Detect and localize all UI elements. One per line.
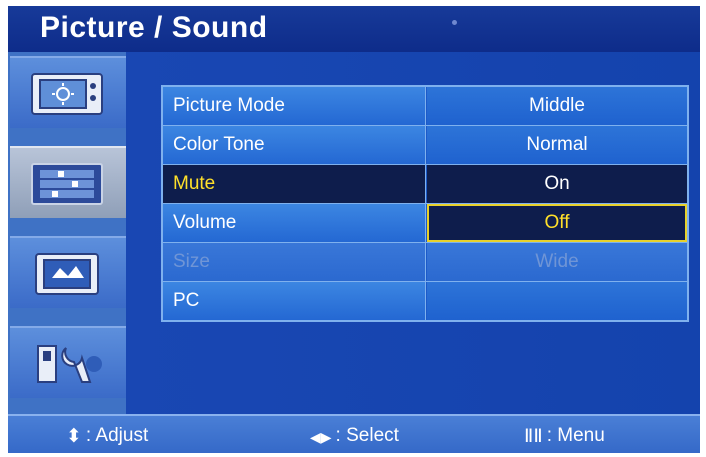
menu-row-color-tone[interactable]: Color Tone Normal [163,125,687,164]
pc-label: PC [163,282,426,320]
size-label: Size [163,243,426,281]
mute-label: Mute [163,165,426,203]
color-tone-value[interactable]: Normal [427,126,687,164]
size-value: Wide [427,243,687,281]
volume-label: Volume [163,204,426,242]
settings-menu: Picture Mode Middle Color Tone Normal Mu… [161,85,689,322]
select-label: : Select [335,425,399,446]
menu-row-size: Size Wide [163,242,687,281]
menu-row-mute[interactable]: Mute On [163,164,687,203]
adjust-label: : Adjust [85,425,149,446]
menu-row-picture-mode[interactable]: Picture Mode Middle [163,87,687,125]
mute-value[interactable]: On [427,165,687,203]
menu-row-pc[interactable]: PC [163,281,687,320]
sidebar-item-picture[interactable] [10,56,126,128]
picture-mode-value[interactable]: Middle [427,87,687,125]
up-down-arrow-icon: ⬍ [66,426,82,447]
picture-icon [31,73,103,115]
pc-value[interactable] [427,282,687,320]
adjust-hint: ⬍: Adjust [66,425,148,448]
title-bar: Picture / Sound [8,6,700,52]
sidebar [8,52,126,414]
select-hint: ◀▶: Select [310,425,399,447]
volume-value[interactable]: Off [427,204,687,242]
sidebar-item-setup[interactable] [10,326,126,398]
setup-tools-icon [37,345,102,383]
osd-screen: Picture / Sound Picture Mode Middle Colo… [8,6,700,453]
picture-mode-label: Picture Mode [163,87,426,125]
color-tone-label: Color Tone [163,126,426,164]
sidebar-item-size[interactable] [10,236,126,308]
screen-size-icon [35,253,99,295]
menu-label: : Menu [546,425,605,446]
left-right-arrow-icon: ◀▶ [310,429,332,445]
title-decoration [452,20,457,25]
audio-settings-icon [31,163,103,205]
footer-hints: ⬍: Adjust ◀▶: Select ⅡⅡ: Menu [8,414,700,453]
menu-row-volume[interactable]: Volume Off [163,203,687,242]
menu-hint: ⅡⅡ: Menu [524,425,605,448]
sidebar-item-sound[interactable] [10,146,126,218]
menu-button-icon: ⅡⅡ [524,426,543,447]
page-title: Picture / Sound [40,11,268,44]
